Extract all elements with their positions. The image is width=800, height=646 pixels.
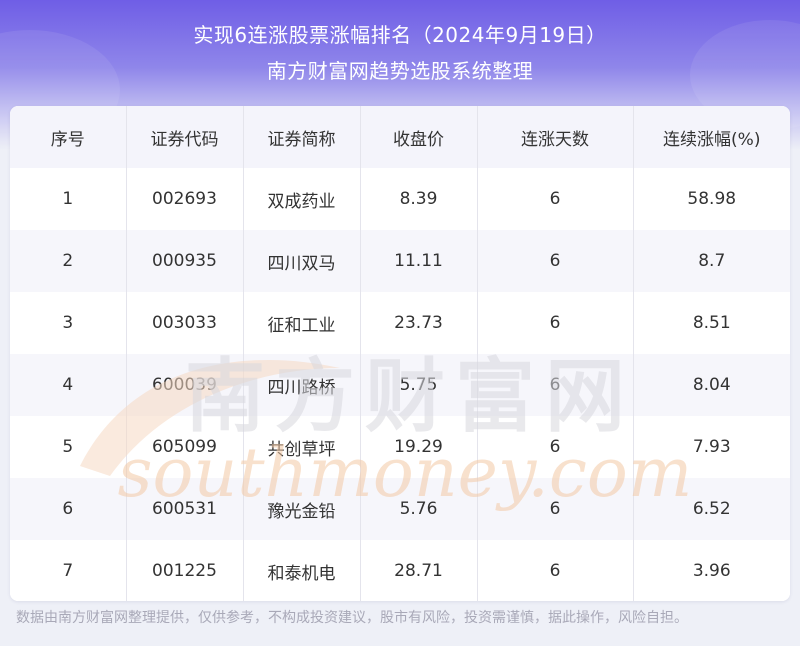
column-header: 证券代码 xyxy=(126,106,244,168)
table-row: 6 600531 豫光金铅 5.76 6 6.52 xyxy=(10,478,790,540)
table-cell: 6.52 xyxy=(633,478,790,540)
table-cell: 7 xyxy=(10,540,127,601)
table-cell: 600531 xyxy=(126,478,244,540)
table-cell: 6 xyxy=(477,292,634,354)
column-header: 收盘价 xyxy=(360,106,478,168)
table-cell: 双成药业 xyxy=(243,168,361,230)
table-cell: 共创草坪 xyxy=(243,416,361,478)
table-row: 1 002693 双成药业 8.39 6 58.98 xyxy=(10,168,790,230)
table-cell: 6 xyxy=(10,478,127,540)
table-cell: 19.29 xyxy=(360,416,478,478)
table-cell: 和泰机电 xyxy=(243,540,361,601)
table-cell: 8.04 xyxy=(633,354,790,416)
table-cell: 58.98 xyxy=(633,168,790,230)
table-cell: 征和工业 xyxy=(243,292,361,354)
table-cell: 豫光金铅 xyxy=(243,478,361,540)
column-header: 连续涨幅(%) xyxy=(633,106,790,168)
table-cell: 3 xyxy=(10,292,127,354)
table-cell: 6 xyxy=(477,416,634,478)
column-header: 证券简称 xyxy=(243,106,361,168)
table-cell: 002693 xyxy=(126,168,244,230)
table-row: 3 003033 征和工业 23.73 6 8.51 xyxy=(10,292,790,354)
page-title: 实现6连涨股票涨幅排名（2024年9月19日） xyxy=(193,23,607,47)
table-row: 2 000935 四川双马 11.11 6 8.7 xyxy=(10,230,790,292)
table-cell: 6 xyxy=(477,540,634,601)
disclaimer-text: 数据由南方财富网整理提供，仅供参考，不构成投资建议，股市有风险，投资需谨慎，据此… xyxy=(16,610,688,626)
table-cell: 003033 xyxy=(126,292,244,354)
table-card: 序号 证券代码 证券简称 收盘价 连涨天数 连续涨幅(%) 1 002693 双… xyxy=(10,106,790,601)
table-cell: 600039 xyxy=(126,354,244,416)
table-cell: 2 xyxy=(10,230,127,292)
table-cell: 605099 xyxy=(126,416,244,478)
table-cell: 4 xyxy=(10,354,127,416)
table-cell: 11.11 xyxy=(360,230,478,292)
table-cell: 7.93 xyxy=(633,416,790,478)
table-cell: 四川路桥 xyxy=(243,354,361,416)
table-cell: 6 xyxy=(477,168,634,230)
table-cell: 23.73 xyxy=(360,292,478,354)
column-header: 序号 xyxy=(10,106,127,168)
table-cell: 5.76 xyxy=(360,478,478,540)
table-cell: 6 xyxy=(477,478,634,540)
table-cell: 6 xyxy=(477,230,634,292)
ranking-table: 序号 证券代码 证券简称 收盘价 连涨天数 连续涨幅(%) 1 002693 双… xyxy=(10,106,790,601)
table-cell: 8.51 xyxy=(633,292,790,354)
table-row: 5 605099 共创草坪 19.29 6 7.93 xyxy=(10,416,790,478)
table-cell: 四川双马 xyxy=(243,230,361,292)
table-cell: 8.7 xyxy=(633,230,790,292)
table-row: 7 001225 和泰机电 28.71 6 3.96 xyxy=(10,540,790,601)
table-cell: 28.71 xyxy=(360,540,478,601)
table-row: 4 600039 四川路桥 5.75 6 8.04 xyxy=(10,354,790,416)
table-header-row: 序号 证券代码 证券简称 收盘价 连涨天数 连续涨幅(%) xyxy=(10,106,790,168)
page-subtitle: 南方财富网趋势选股系统整理 xyxy=(266,59,534,83)
table-cell: 001225 xyxy=(126,540,244,601)
table-cell: 000935 xyxy=(126,230,244,292)
table-cell: 5 xyxy=(10,416,127,478)
table-cell: 8.39 xyxy=(360,168,478,230)
table-cell: 6 xyxy=(477,354,634,416)
table-cell: 1 xyxy=(10,168,127,230)
table-cell: 3.96 xyxy=(633,540,790,601)
table-cell: 5.75 xyxy=(360,354,478,416)
column-header: 连涨天数 xyxy=(477,106,634,168)
